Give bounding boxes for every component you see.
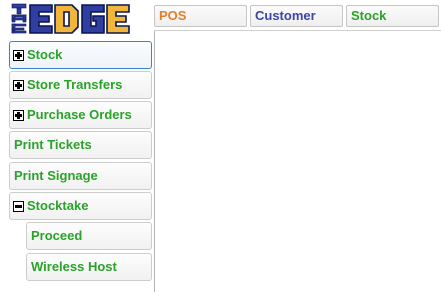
- sidebar-item-label: Proceed: [31, 228, 83, 243]
- sidebar-item-store-transfers[interactable]: Store Transfers: [9, 71, 152, 99]
- sidebar-item-proceed[interactable]: Proceed: [26, 222, 152, 250]
- main-content-area: [155, 31, 441, 292]
- sidebar-item-stocktake[interactable]: Stocktake: [9, 192, 152, 220]
- sidebar-item-label: Store Transfers: [27, 77, 123, 92]
- sidebar-item-purchase-orders[interactable]: Purchase Orders: [9, 101, 152, 129]
- sidebar-item-label: Stocktake: [27, 198, 89, 213]
- tab-stock[interactable]: Stock: [346, 5, 439, 27]
- the-edge-logo: [10, 3, 136, 35]
- sidebar-item-label: Stock: [27, 47, 63, 62]
- plus-icon[interactable]: [13, 109, 24, 121]
- sidebar-item-label: Wireless Host: [31, 259, 117, 274]
- sidebar-item-label: Print Tickets: [14, 137, 92, 152]
- sidebar-item-label: Purchase Orders: [27, 107, 132, 122]
- plus-icon[interactable]: [13, 49, 24, 61]
- sidebar-item-wireless-host[interactable]: Wireless Host: [26, 253, 152, 281]
- sidebar-item-label: Print Signage: [14, 168, 98, 183]
- sidebar-item-print-signage[interactable]: Print Signage: [9, 162, 152, 190]
- sidebar: Stock Store Transfers Purchase Orders Pr…: [0, 0, 154, 292]
- tab-pos[interactable]: POS: [154, 5, 247, 27]
- tab-customer[interactable]: Customer: [250, 5, 343, 27]
- plus-icon[interactable]: [13, 79, 24, 91]
- minus-icon[interactable]: [13, 200, 24, 212]
- sidebar-item-stock[interactable]: Stock: [9, 41, 152, 69]
- sidebar-item-print-tickets[interactable]: Print Tickets: [9, 131, 152, 159]
